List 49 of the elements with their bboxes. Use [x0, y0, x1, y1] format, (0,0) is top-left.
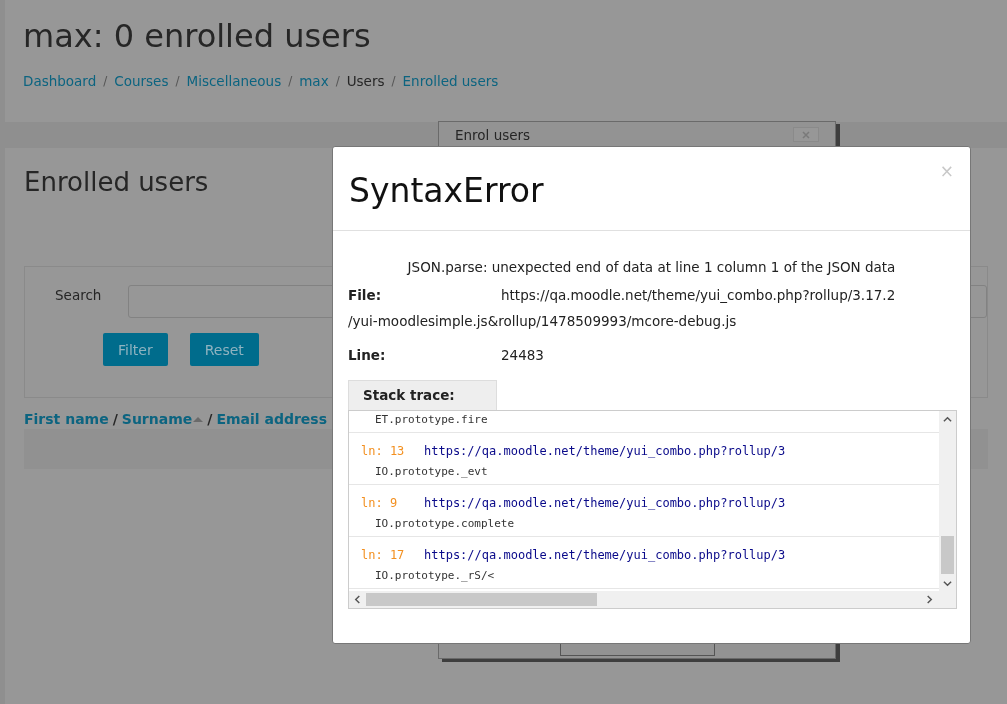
scroll-down-icon[interactable] [943, 579, 952, 588]
dialog-title: SyntaxError [349, 171, 544, 210]
sort-icon [193, 416, 204, 422]
field-value: https://qa.moodle.net/theme/yui_combo.php?rollup/3.17.2 [501, 287, 896, 303]
scroll-right-icon[interactable] [925, 595, 934, 604]
function-name: IO.prototype._evt [374, 464, 488, 478]
scroll-up-icon[interactable] [943, 415, 952, 424]
field-value: 24483 [501, 347, 544, 363]
page-title: max: 0 enrolled users [23, 16, 371, 57]
breadcrumb-link[interactable]: Miscellaneous [186, 73, 282, 89]
column-sort-link[interactable]: Surname [121, 411, 204, 427]
line-number: ln: 13 [361, 444, 406, 458]
line-number: ln: 9 [361, 496, 399, 510]
trace-url: https://qa.moodle.net/theme/yui_combo.php?rollup/3 [424, 496, 786, 510]
breadcrumb-separator: / [175, 74, 180, 88]
search-label: Search [55, 286, 103, 303]
trace-url: https://qa.moodle.net/theme/yui_combo.php?rollup/3 [424, 444, 786, 458]
breadcrumb-link[interactable]: Enrolled users [402, 73, 499, 89]
close-icon [802, 130, 810, 139]
stack-trace-tab[interactable]: Stack trace: [348, 380, 497, 410]
section-heading: Enrolled users [24, 166, 209, 199]
field-label: File: [348, 286, 383, 305]
function-name: IO.prototype.complete [374, 516, 515, 530]
error-message: JSON.parse: unexpected end of data at line 1 column 1 of the JSON data [405, 259, 897, 275]
scroll-thumb[interactable] [366, 593, 597, 606]
scroll-thumb[interactable] [941, 536, 954, 574]
reset-button[interactable]: Reset [189, 333, 259, 366]
breadcrumb-separator: / [103, 74, 108, 88]
breadcrumb-separator: / [391, 74, 396, 88]
breadcrumb-current: Users [346, 73, 385, 89]
field-value: /yui-moodlesimple.js&rollup/1478509993/mcore-debug.js [348, 313, 737, 329]
breadcrumb-separator: / [288, 74, 293, 88]
column-separator: / [112, 411, 118, 427]
breadcrumb-link[interactable]: Courses [114, 73, 169, 89]
function-name: ET.prototype.fire [374, 412, 488, 426]
function-name: IO.prototype._rS/< [374, 568, 495, 582]
dialog-title: Enrol users [455, 126, 531, 143]
breadcrumb-link[interactable]: Dashboard [23, 73, 97, 89]
field-label: Line: [348, 346, 387, 365]
filter-button[interactable]: Filter [103, 333, 168, 366]
line-number: ln: 17 [361, 548, 406, 562]
column-sort-link[interactable]: Email address [216, 411, 327, 427]
scroll-left-icon[interactable] [353, 595, 362, 604]
trace-url: https://qa.moodle.net/theme/yui_combo.php?rollup/3 [424, 548, 786, 562]
column-separator: / [207, 411, 213, 427]
breadcrumb-link[interactable]: max [299, 73, 329, 89]
breadcrumb-separator: / [335, 74, 340, 88]
close-button[interactable]: × [939, 161, 954, 181]
column-sort-link[interactable]: First name [24, 411, 109, 427]
